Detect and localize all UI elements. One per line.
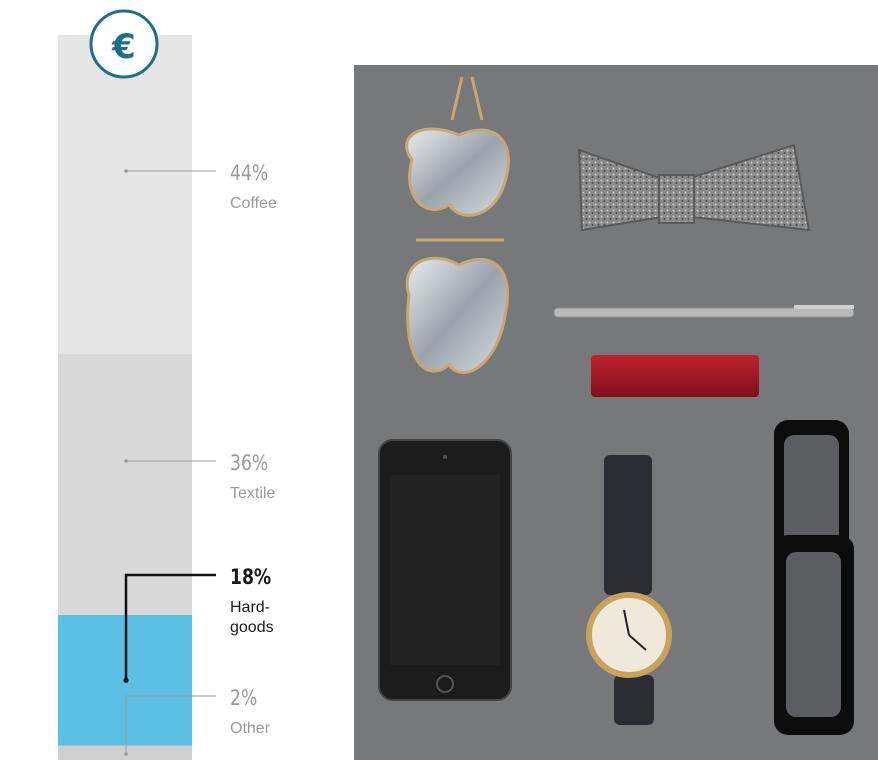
value-label: 44% <box>230 160 268 185</box>
leader-dot <box>123 677 129 683</box>
euro-icon: € <box>89 9 159 79</box>
black-glasses <box>774 420 854 735</box>
euro-symbol: € <box>111 27 136 67</box>
value-label: 2% <box>230 685 257 710</box>
leader-dot <box>124 752 128 756</box>
lighter <box>591 355 759 397</box>
value-label: 36% <box>230 450 268 475</box>
leader-dot <box>124 169 128 173</box>
category-label: Coffee <box>230 195 277 212</box>
category-label: Hard- <box>230 599 270 616</box>
category-label: Textile <box>230 485 275 502</box>
value-label: 18% <box>230 564 271 589</box>
category-label: goods <box>230 619 274 636</box>
segment-labels: 44% Coffee 36% Textile 18% Hard-goods 2% Other <box>230 160 277 737</box>
leader-dot <box>124 459 128 463</box>
smartphone <box>378 439 512 701</box>
accessories-photo <box>354 65 878 760</box>
stacked-bar-chart: 44%Coffee36%Textile18%Hard-goods2%Other … <box>58 9 277 760</box>
bar-segment-coffee <box>58 35 192 354</box>
category-label: Other <box>230 720 271 737</box>
